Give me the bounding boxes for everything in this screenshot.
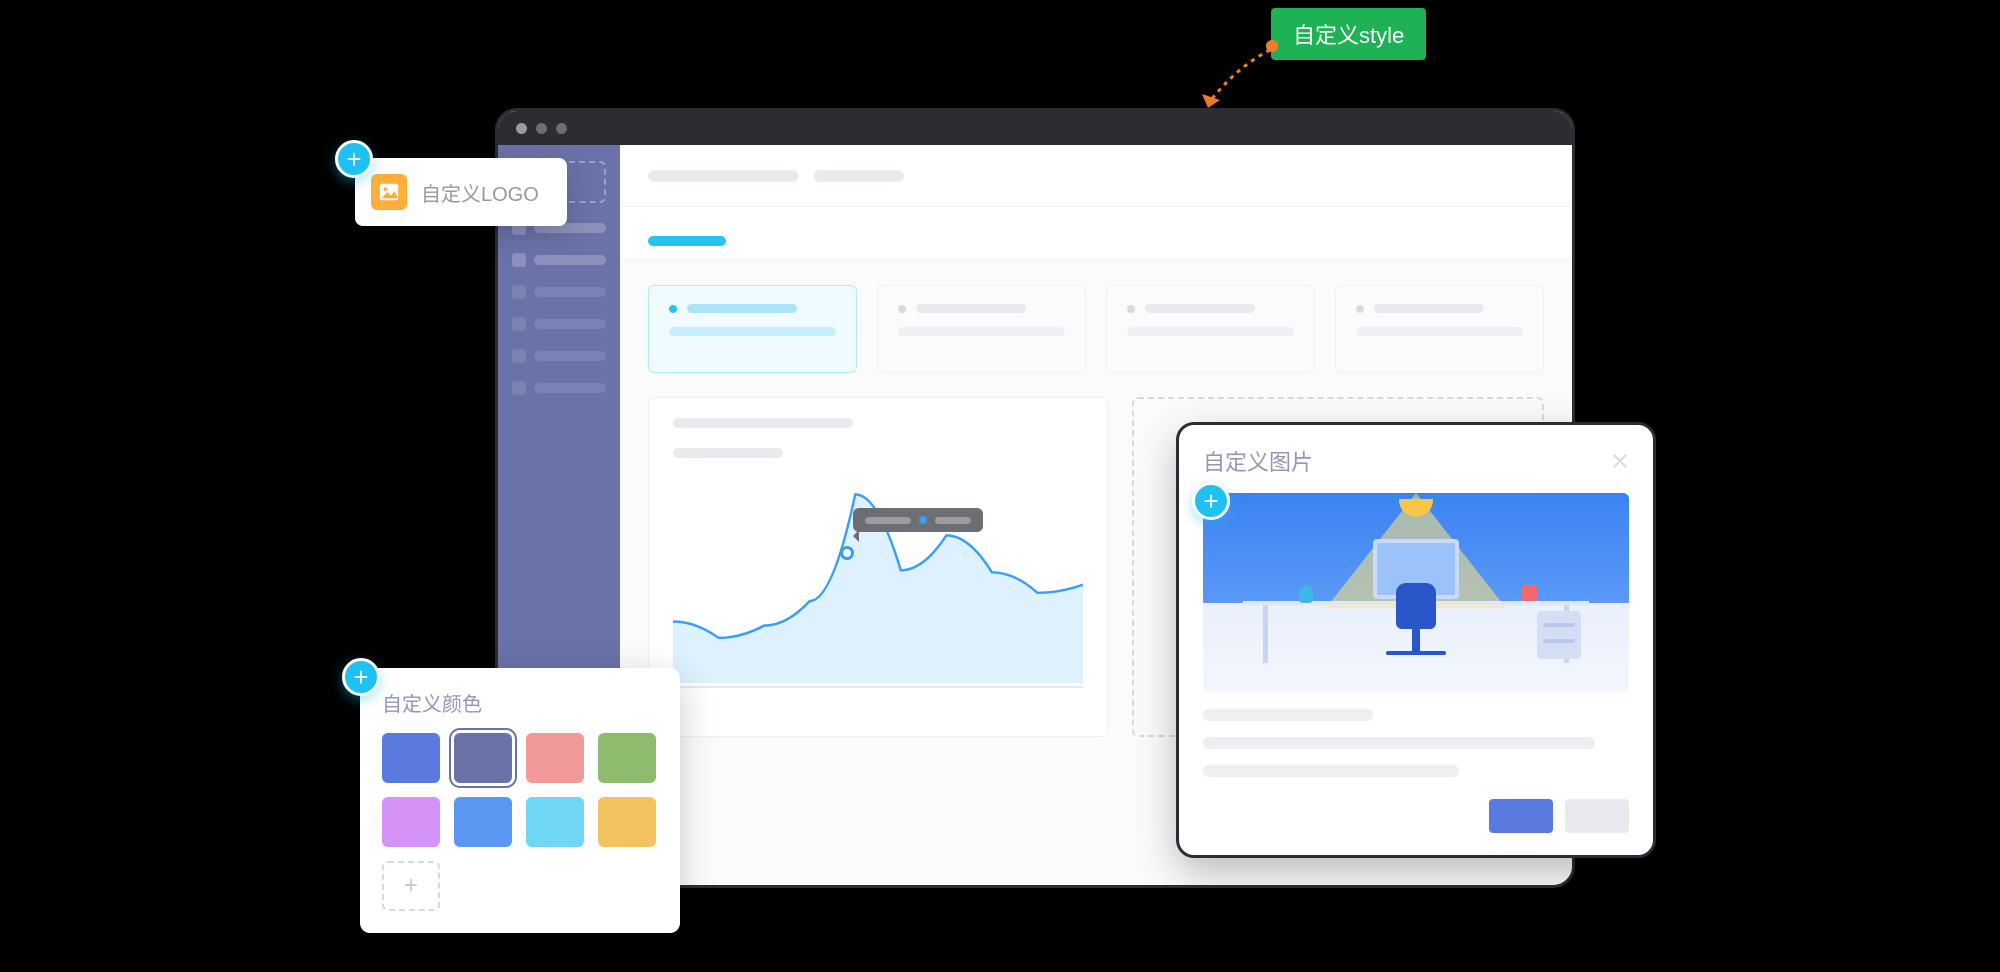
plus-icon[interactable]: + bbox=[342, 658, 380, 696]
chart-tooltip bbox=[853, 508, 983, 532]
custom-logo-callout[interactable]: 自定义LOGO bbox=[355, 158, 567, 226]
chart-title-placeholder bbox=[673, 418, 853, 428]
sidebar-item[interactable] bbox=[512, 349, 606, 363]
add-color-swatch[interactable]: + bbox=[382, 861, 440, 911]
plus-icon[interactable]: + bbox=[1192, 482, 1230, 520]
active-tab-indicator[interactable] bbox=[648, 236, 726, 246]
color-swatch-grid: + bbox=[382, 733, 658, 911]
stat-card[interactable] bbox=[1106, 285, 1315, 373]
sidebar-item[interactable] bbox=[512, 317, 606, 331]
custom-image-title: 自定义图片 bbox=[1203, 445, 1313, 477]
illustration-preview[interactable] bbox=[1203, 493, 1629, 693]
text-placeholder bbox=[1203, 765, 1459, 777]
color-swatch[interactable] bbox=[598, 733, 656, 783]
plus-icon[interactable]: + bbox=[335, 140, 373, 178]
color-swatch[interactable] bbox=[454, 733, 512, 783]
window-titlebar bbox=[498, 111, 1572, 145]
color-swatch[interactable] bbox=[598, 797, 656, 847]
color-swatch[interactable] bbox=[454, 797, 512, 847]
stat-card[interactable] bbox=[1335, 285, 1544, 373]
color-swatch[interactable] bbox=[382, 733, 440, 783]
custom-image-panel: 自定义图片 bbox=[1176, 422, 1656, 858]
stat-card[interactable] bbox=[648, 285, 857, 373]
stat-card-row bbox=[648, 285, 1544, 373]
tabs-bar bbox=[620, 207, 1572, 261]
stat-card[interactable] bbox=[877, 285, 1086, 373]
text-placeholder bbox=[1203, 709, 1373, 721]
custom-color-title: 自定义颜色 bbox=[382, 688, 658, 717]
window-dot bbox=[556, 123, 567, 134]
color-swatch[interactable] bbox=[382, 797, 440, 847]
window-dot bbox=[536, 123, 547, 134]
chart-highlight-point bbox=[840, 546, 854, 560]
window-dot bbox=[516, 123, 527, 134]
line-chart bbox=[673, 478, 1083, 688]
color-swatch[interactable] bbox=[526, 797, 584, 847]
sidebar-item[interactable] bbox=[512, 253, 606, 267]
color-swatch[interactable] bbox=[526, 733, 584, 783]
chart-panel bbox=[648, 397, 1108, 737]
custom-logo-label: 自定义LOGO bbox=[421, 178, 539, 207]
text-placeholder bbox=[1203, 737, 1595, 749]
close-icon[interactable] bbox=[1611, 452, 1629, 470]
sidebar-item[interactable] bbox=[512, 381, 606, 395]
breadcrumb-placeholder bbox=[648, 170, 798, 182]
topbar bbox=[620, 145, 1572, 207]
custom-style-tag: 自定义style bbox=[1271, 8, 1426, 60]
cancel-button[interactable] bbox=[1565, 799, 1629, 833]
confirm-button[interactable] bbox=[1489, 799, 1553, 833]
chart-subtitle-placeholder bbox=[673, 448, 783, 458]
sidebar-item[interactable] bbox=[512, 285, 606, 299]
custom-color-callout: 自定义颜色 + bbox=[360, 668, 680, 933]
arrow-style-to-window bbox=[1190, 38, 1280, 118]
breadcrumb-placeholder bbox=[814, 170, 904, 182]
image-icon bbox=[371, 174, 407, 210]
